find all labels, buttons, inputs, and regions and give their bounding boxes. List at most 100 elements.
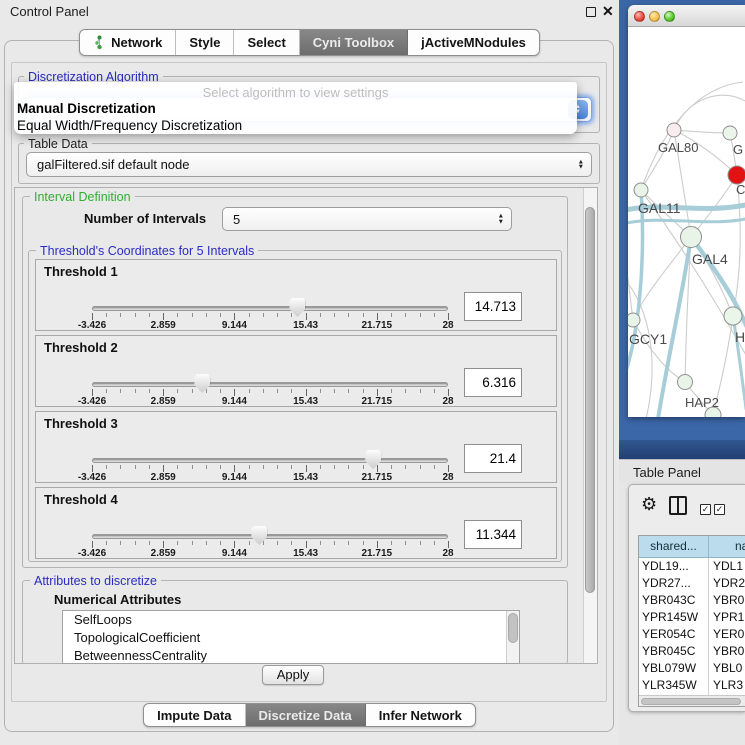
column-header-shared-name[interactable]: shared... <box>639 536 709 557</box>
network-edge[interactable] <box>641 130 674 190</box>
threshold-value-field[interactable]: 21.4 <box>464 444 522 473</box>
tab-impute-data[interactable]: Impute Data <box>144 704 245 726</box>
checkbox-icon[interactable]: ✓ <box>714 504 725 515</box>
threshold-value-field[interactable]: 6.316 <box>464 368 522 397</box>
numerical-attributes-list[interactable]: SelfLoopsTopologicalCoefficientBetweenne… <box>62 610 520 664</box>
attribute-list-item[interactable]: SelfLoops <box>63 611 519 629</box>
slider-tick <box>163 313 164 320</box>
control-panel-window: Control Panel ✕ NetworkStyleSelectCyni T… <box>0 0 619 745</box>
network-node[interactable] <box>723 126 737 140</box>
slider-tick-label: 21.715 <box>362 472 393 483</box>
attribute-list-item[interactable]: BetweennessCentrality <box>63 647 519 664</box>
algorithm-option-manual-discretization[interactable]: Manual Discretization <box>17 101 156 116</box>
float-window-icon[interactable] <box>586 7 596 17</box>
table-data-combobox[interactable]: galFiltered.sif default node ▲▼ <box>26 152 592 177</box>
horizontal-scrollbar-thumb[interactable] <box>641 698 741 705</box>
tab-infer-network[interactable]: Infer Network <box>366 704 475 726</box>
slider-tick <box>291 465 292 469</box>
tab-network[interactable]: Network <box>80 30 176 55</box>
thresholds-group-title: Threshold's Coordinates for 5 Intervals <box>36 244 258 258</box>
slider-tick <box>405 465 406 469</box>
columns-icon[interactable] <box>669 496 687 515</box>
table-row[interactable]: YLR345WYLR3 <box>639 677 745 694</box>
network-node[interactable] <box>681 227 702 248</box>
mac-close-button[interactable] <box>634 11 645 22</box>
tab-cyni-toolbox[interactable]: Cyni Toolbox <box>300 30 408 55</box>
network-edge[interactable] <box>674 130 730 133</box>
list-scrollbar[interactable] <box>506 611 519 663</box>
slider-tick-label: 2.859 <box>151 548 176 559</box>
tab-style[interactable]: Style <box>176 30 234 55</box>
top-tab-bar: NetworkStyleSelectCyni ToolboxjActiveMNo… <box>0 29 619 56</box>
mac-minimize-button[interactable] <box>649 11 660 22</box>
threshold-slider-handle[interactable] <box>365 450 381 469</box>
cell-name: YBR0 <box>709 643 744 660</box>
network-node[interactable] <box>628 313 640 327</box>
threshold-panel-3: Threshold 3-3.4262.8599.14415.4321.71528… <box>35 411 557 483</box>
slider-tick <box>377 541 378 548</box>
slider-tick <box>149 541 150 545</box>
network-window-titlebar[interactable] <box>628 5 745 27</box>
slider-tick-label: 21.715 <box>362 548 393 559</box>
checkbox-icon[interactable]: ✓ <box>700 504 711 515</box>
cell-shared-name: YDL19... <box>639 558 709 575</box>
attribute-list-item[interactable]: TopologicalCoefficient <box>63 629 519 647</box>
list-scrollbar-thumb[interactable] <box>508 613 518 643</box>
network-edge[interactable] <box>674 95 745 130</box>
vertical-scrollbar-thumb[interactable] <box>585 207 595 593</box>
apply-button[interactable]: Apply <box>262 665 324 685</box>
slider-tick <box>377 313 378 320</box>
network-node[interactable] <box>634 183 648 197</box>
table-row[interactable]: YBR045CYBR0 <box>639 643 745 660</box>
table-row[interactable]: YDR27...YDR2 <box>639 575 745 592</box>
threshold-value-field[interactable]: 14.713 <box>464 292 522 321</box>
network-canvas[interactable]: GAL80GCGAL11GAL4GCY1HHAP2 <box>628 27 745 417</box>
threshold-label: Threshold 3 <box>44 416 118 431</box>
tab-discretize-data[interactable]: Discretize Data <box>246 704 366 726</box>
table-row[interactable]: YDL19...YDL1 <box>639 558 745 575</box>
network-node[interactable] <box>724 307 742 325</box>
slider-tick <box>249 541 250 545</box>
table-row[interactable]: YBR043CYBR0 <box>639 592 745 609</box>
close-icon[interactable]: ✕ <box>602 3 614 20</box>
network-node-label: H <box>735 329 745 345</box>
threshold-slider-track[interactable] <box>92 534 448 539</box>
slider-tick <box>135 389 136 393</box>
network-node[interactable] <box>678 375 693 390</box>
threshold-slider-track[interactable] <box>92 458 448 463</box>
table-row[interactable]: YPR145WYPR1 <box>639 609 745 626</box>
table-row[interactable]: YER054CYER0 <box>639 626 745 643</box>
network-edge-highlighted[interactable] <box>628 190 642 377</box>
threshold-slider-track[interactable] <box>92 306 448 311</box>
network-edge[interactable] <box>628 257 633 320</box>
algorithm-option-equal-width-frequency-discretization[interactable]: Equal Width/Frequency Discretization <box>17 118 242 133</box>
network-node[interactable] <box>667 123 681 137</box>
threshold-value-field[interactable]: 11.344 <box>464 520 522 549</box>
network-edge-highlighted[interactable] <box>658 237 691 417</box>
number-of-intervals-combobox[interactable]: 5 ▲▼ <box>222 207 512 231</box>
horizontal-scrollbar[interactable] <box>639 695 745 706</box>
slider-tick <box>163 389 164 396</box>
threshold-slider-track[interactable] <box>92 382 448 387</box>
slider-tick <box>306 313 307 320</box>
threshold-slider-handle[interactable] <box>194 374 210 393</box>
slider-tick <box>448 541 449 548</box>
mac-zoom-button[interactable] <box>664 11 675 22</box>
tab-jactivemnodules[interactable]: jActiveMNodules <box>408 30 539 55</box>
node-table[interactable]: shared... na YDL19...YDL1YDR27...YDR2YBR… <box>638 535 745 707</box>
network-edge-highlighted[interactable] <box>628 218 745 224</box>
slider-tick-label: 15.43 <box>293 320 318 331</box>
slider-tick <box>363 313 364 317</box>
column-header-name[interactable]: na <box>709 536 745 557</box>
table-row[interactable]: YBL079WYBL0 <box>639 660 745 677</box>
slider-tick <box>106 313 107 317</box>
slider-tick <box>92 465 93 472</box>
slider-tick <box>306 465 307 472</box>
network-edge[interactable] <box>633 320 685 382</box>
slider-tick <box>348 465 349 469</box>
network-view-window: GAL80GCGAL11GAL4GCY1HHAP2 <box>628 5 745 417</box>
gear-icon[interactable]: ⚙ <box>641 494 657 515</box>
slider-tick <box>434 389 435 393</box>
threshold-slider-handle[interactable] <box>251 526 267 545</box>
tab-select[interactable]: Select <box>234 30 299 55</box>
